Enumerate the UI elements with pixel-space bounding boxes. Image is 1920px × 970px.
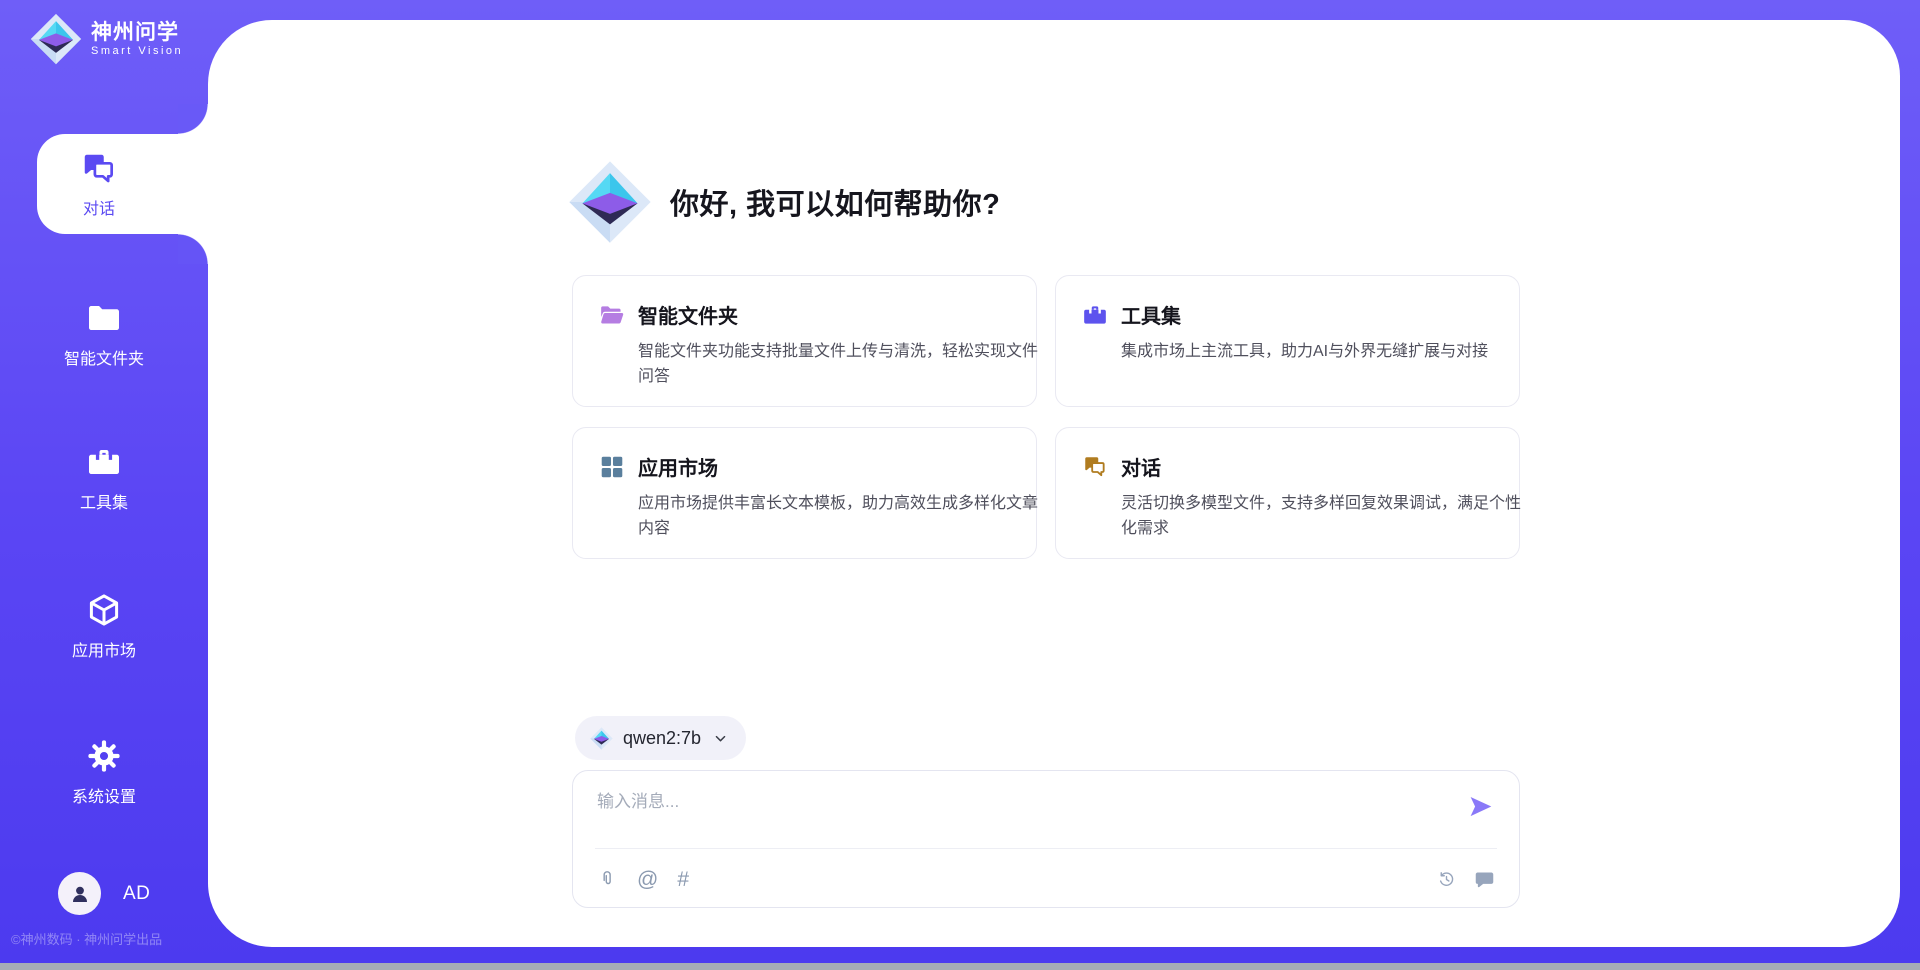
attachment-icon[interactable]: [597, 869, 618, 890]
sidebar-item-label: 应用市场: [72, 637, 136, 661]
toolbox-icon: [86, 444, 122, 480]
card-toolset[interactable]: 工具集 集成市场上主流工具，助力AI与外界无缝扩展与对接: [1055, 275, 1520, 407]
folder-open-icon: [599, 302, 625, 328]
main-panel: 你好, 我可以如何帮助你? 智能文件夹 智能文件夹功能支持批量文件上传与清洗，轻…: [208, 20, 1900, 947]
person-icon: [68, 882, 92, 906]
diamond-logo-icon: [568, 160, 652, 244]
toolbox-icon: [1082, 302, 1108, 328]
chevron-down-icon: [713, 731, 728, 746]
composer-left-actions: @ #: [597, 869, 689, 890]
model-selector[interactable]: qwen2:7b: [575, 716, 746, 760]
sidebar-item-label: 智能文件夹: [64, 345, 144, 369]
card-description: 集成市场上主流工具，助力AI与外界无缝扩展与对接: [1121, 339, 1523, 364]
message-input[interactable]: [597, 787, 1447, 841]
sidebar-item-settings[interactable]: 系统设置: [0, 738, 208, 807]
composer-toolbar: @ #: [597, 861, 1495, 897]
card-header: 应用市场: [599, 452, 1010, 481]
brand-text: 神州问学 Smart Vision: [91, 21, 183, 58]
sidebar-item-toolset[interactable]: 工具集: [0, 444, 208, 513]
message-composer: @ #: [572, 770, 1520, 908]
card-title: 对话: [1121, 452, 1161, 481]
card-title: 智能文件夹: [638, 300, 738, 329]
sidebar: 神州问学 Smart Vision 对话 智能文件夹: [0, 0, 208, 947]
user-name: AD: [123, 883, 150, 905]
composer-divider: [595, 848, 1497, 849]
card-chat[interactable]: 对话 灵活切换多模型文件，支持多样回复效果调试，满足个性化需求: [1055, 427, 1520, 559]
sidebar-item-chat[interactable]: 对话: [37, 134, 208, 234]
sidebar-footer-text: ©神州数码 · 神州问学出品: [11, 929, 201, 948]
sidebar-item-chat-content: 对话: [37, 134, 161, 234]
user-account[interactable]: AD: [58, 872, 150, 915]
greeting: 你好, 我可以如何帮助你?: [568, 160, 1000, 244]
greeting-title: 你好, 我可以如何帮助你?: [670, 181, 1000, 223]
brand-name: 神州问学: [91, 21, 183, 45]
hash-icon[interactable]: #: [677, 869, 689, 890]
folder-icon: [86, 300, 122, 336]
card-description: 智能文件夹功能支持批量文件上传与清洗，轻松实现文件问答: [638, 339, 1040, 389]
card-header: 对话: [1082, 452, 1493, 481]
card-title: 工具集: [1121, 300, 1181, 329]
sidebar-item-label: 对话: [83, 195, 115, 219]
chat-icon: [80, 150, 118, 188]
app-window: 神州问学 Smart Vision 对话 智能文件夹: [0, 0, 1920, 970]
cube-icon: [86, 592, 122, 628]
card-app-market[interactable]: 应用市场 应用市场提供丰富长文本模板，助力高效生成多样化文章内容: [572, 427, 1037, 559]
gear-icon: [86, 738, 122, 774]
card-description: 灵活切换多模型文件，支持多样回复效果调试，满足个性化需求: [1121, 491, 1523, 541]
history-icon[interactable]: [1436, 869, 1457, 890]
avatar: [58, 872, 101, 915]
card-smart-folder[interactable]: 智能文件夹 智能文件夹功能支持批量文件上传与清洗，轻松实现文件问答: [572, 275, 1037, 407]
sidebar-item-app-market[interactable]: 应用市场: [0, 592, 208, 661]
card-title: 应用市场: [638, 452, 718, 481]
diamond-logo-icon: [590, 727, 613, 750]
grid-icon: [599, 454, 625, 480]
card-description: 应用市场提供丰富长文本模板，助力高效生成多样化文章内容: [638, 491, 1040, 541]
brand-subtitle: Smart Vision: [91, 45, 183, 58]
mention-icon[interactable]: @: [637, 869, 658, 890]
sidebar-item-label: 系统设置: [72, 783, 136, 807]
card-header: 智能文件夹: [599, 300, 1010, 329]
composer-right-actions: [1436, 869, 1495, 890]
model-name: qwen2:7b: [623, 728, 701, 749]
chat-bubble-icon[interactable]: [1474, 869, 1495, 890]
chat-icon: [1082, 454, 1108, 480]
card-header: 工具集: [1082, 300, 1493, 329]
send-icon[interactable]: [1467, 793, 1494, 820]
sidebar-item-smart-folder[interactable]: 智能文件夹: [0, 300, 208, 369]
page-bottom-edge: [0, 963, 1920, 970]
brand: 神州问学 Smart Vision: [30, 13, 183, 65]
brand-diamond-logo-icon: [30, 13, 82, 65]
sidebar-item-label: 工具集: [80, 489, 128, 513]
feature-cards: 智能文件夹 智能文件夹功能支持批量文件上传与清洗，轻松实现文件问答 工具集 集成…: [572, 275, 1520, 559]
